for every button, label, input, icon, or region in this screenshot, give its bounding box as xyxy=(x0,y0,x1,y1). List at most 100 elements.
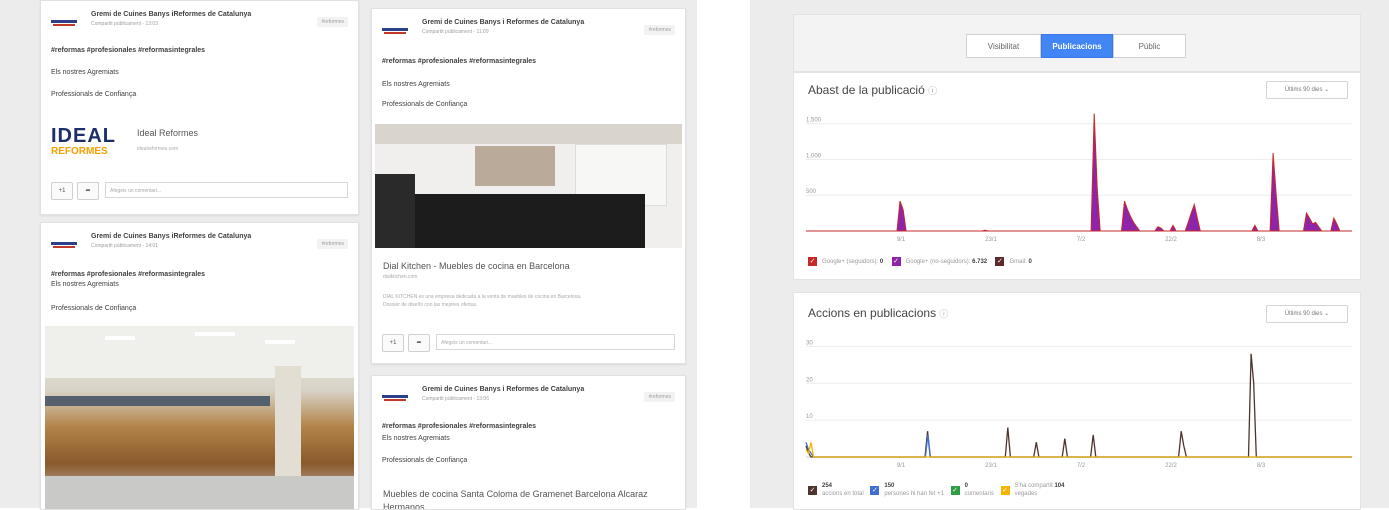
post-meta: Compartit públicament - 13:06 xyxy=(422,396,489,402)
post-header: Gremi de Cuines Banys iReformes de Catal… xyxy=(51,233,348,261)
x-tick-label: 8/3 xyxy=(1257,237,1266,243)
post-header: Gremi de Cuines Banys i Reformes de Cata… xyxy=(382,19,675,47)
post-tag-chip[interactable]: #reformes xyxy=(317,239,348,249)
x-tick-label: 7/2 xyxy=(1077,463,1086,469)
link-title[interactable]: Hermanos xyxy=(383,502,425,509)
series-line xyxy=(805,353,1352,458)
series-line xyxy=(805,434,1352,458)
post-hashtags[interactable]: #reformas #profesionales #reformasintegr… xyxy=(51,47,205,54)
link-url: dialkitchen.com xyxy=(383,274,418,280)
legend-item-total[interactable]: ✓254 accions en total xyxy=(808,482,864,498)
check-icon: ✓ xyxy=(1000,485,1010,495)
x-tick-label: 9/1 xyxy=(897,237,906,243)
chevron-down-icon: ⌄ xyxy=(1324,311,1330,317)
ideal-reformes-logo: IDEAL REFORMES xyxy=(51,125,116,157)
kitchen-photo[interactable] xyxy=(375,124,682,248)
divider xyxy=(697,0,750,508)
reach-card: Abast de la publicació ⓘ Últims 90 dies … xyxy=(793,72,1361,280)
actions-period-select[interactable]: Últims 90 dies ⌄ xyxy=(1266,305,1348,323)
actions-legend: ✓254 accions en total ✓150 persones hi han… xyxy=(808,482,1064,498)
legend-item-shares[interactable]: ✓S'ha compartit 104 vegades xyxy=(1000,482,1064,498)
link-title[interactable]: Muebles de cocina Santa Coloma de Gramen… xyxy=(383,489,648,499)
share-button[interactable]: ➦ xyxy=(77,182,99,200)
reach-title: Abast de la publicació ⓘ xyxy=(808,83,938,97)
y-tick-label: 1.000 xyxy=(806,153,822,159)
tab-publicacions[interactable]: Publicacions xyxy=(1041,34,1113,58)
legend-item-comments[interactable]: ✓0 comentaris xyxy=(950,482,994,498)
plus-one-button[interactable]: +1 xyxy=(382,334,404,352)
author-logo-icon xyxy=(51,20,77,26)
office-photo[interactable] xyxy=(45,326,354,509)
link-preview[interactable]: IDEAL REFORMES Ideal Reformes idealrefor… xyxy=(51,118,351,166)
y-tick-label: 20 xyxy=(806,377,813,383)
post-header: Gremi de Cuines Banys i Reformes de Cata… xyxy=(382,386,675,414)
post-tag-chip[interactable]: #reformes xyxy=(644,25,675,35)
post-text-line-1: Els nostres Agremiats xyxy=(382,435,450,442)
x-tick-label: 7/2 xyxy=(1077,237,1086,243)
tab-visibilitat[interactable]: Visibilitat xyxy=(966,34,1041,58)
reach-period-select[interactable]: Últims 90 dies ⌄ xyxy=(1266,81,1348,99)
check-icon: ✓ xyxy=(808,485,817,495)
author-logo-icon xyxy=(382,395,408,401)
comment-input[interactable]: Afegeix un comentari... xyxy=(436,334,675,350)
link-description: Dossier de diseño con las mejores oferta… xyxy=(383,302,478,308)
reach-chart: 500 1.000 1.500 9/1 23/1 7/2 22/2 8/3 xyxy=(806,113,1352,243)
y-tick-label: 1.500 xyxy=(806,118,822,124)
reach-legend: ✓ Google+ (seguidors): 0 ✓ Google+ (no-seg… xyxy=(808,257,1032,266)
link-description: DIAL KITCHEN es una empresa dedicada a l… xyxy=(383,294,582,300)
post-card-2: Gremi de Cuines Banys iReformes de Catal… xyxy=(40,222,359,510)
share-button[interactable]: ➦ xyxy=(408,334,430,352)
post-card-1: Gremi de Cuines Banys iReformes de Catal… xyxy=(40,0,359,215)
legend-item-gmail[interactable]: ✓ Gmail: 0 xyxy=(995,257,1032,266)
post-header: Gremi de Cuines Banys iReformes de Catal… xyxy=(51,11,348,39)
tab-public[interactable]: Públic xyxy=(1113,34,1186,58)
post-text-line-2: Professionals de Confiança xyxy=(382,101,468,108)
check-icon: ✓ xyxy=(995,257,1005,266)
post-tag-chip[interactable]: #reformes xyxy=(317,17,348,27)
y-tick-label: 30 xyxy=(806,340,813,346)
x-tick-label: 9/1 xyxy=(897,463,906,469)
post-tag-chip[interactable]: #reformes xyxy=(644,392,675,402)
post-meta: Compartit públicament - 11:09 xyxy=(422,29,489,35)
info-icon[interactable]: ⓘ xyxy=(939,309,948,319)
post-card-3: Gremi de Cuines Banys i Reformes de Cata… xyxy=(371,8,686,364)
x-tick-label: 23/1 xyxy=(985,237,997,243)
post-text-line-1: Els nostres Agremiats xyxy=(51,69,119,76)
author-name[interactable]: Gremi de Cuines Banys i Reformes de Cata… xyxy=(422,386,584,393)
x-tick-label: 23/1 xyxy=(985,463,997,469)
author-name[interactable]: Gremi de Cuines Banys iReformes de Catal… xyxy=(91,233,251,240)
link-title[interactable]: Dial Kitchen - Muebles de cocina en Barc… xyxy=(383,261,570,271)
legend-item-followers[interactable]: ✓ Google+ (seguidors): 0 xyxy=(808,257,883,266)
post-text-line-2: Professionals de Confiança xyxy=(382,457,468,464)
author-name[interactable]: Gremi de Cuines Banys i Reformes de Cata… xyxy=(422,19,584,26)
comment-input[interactable]: Afegeix un comentari... xyxy=(105,182,348,198)
legend-item-plus-ones[interactable]: ✓150 persones hi han fet +1 xyxy=(870,482,944,498)
post-hashtags[interactable]: #reformas #profesionales #reformasintegr… xyxy=(382,423,536,430)
feed-panel: Gremi de Cuines Banys iReformes de Catal… xyxy=(0,0,697,510)
series-line xyxy=(805,442,1352,458)
legend-item-non-followers[interactable]: ✓ Google+ (no-seguidors): 6.732 xyxy=(891,257,987,266)
series-area xyxy=(806,113,1352,232)
chevron-down-icon: ⌄ xyxy=(1324,87,1330,93)
post-text-line-2: Professionals de Confiança xyxy=(51,305,137,312)
author-logo-icon xyxy=(51,242,77,248)
x-tick-label: 22/2 xyxy=(1165,237,1177,243)
plus-one-button[interactable]: +1 xyxy=(51,182,73,200)
info-icon[interactable]: ⓘ xyxy=(928,86,937,96)
post-hashtags[interactable]: #reformas #profesionales #reformasintegr… xyxy=(51,271,205,278)
check-icon: ✓ xyxy=(808,257,817,266)
link-title[interactable]: Ideal Reformes xyxy=(137,128,198,138)
actions-title: Accions en publicacions ⓘ xyxy=(808,306,949,320)
post-text-line-1: Els nostres Agremiats xyxy=(382,81,450,88)
actions-card: Accions en publicacions ⓘ Últims 90 dies… xyxy=(793,292,1361,510)
post-text-line-1: Els nostres Agremiats xyxy=(51,281,119,288)
actions-chart: 10 20 30 9/1 23/1 7/2 22/2 8/3 xyxy=(805,340,1352,469)
x-tick-label: 8/3 xyxy=(1257,463,1266,469)
post-meta: Compartit públicament - 14:01 xyxy=(91,243,158,249)
check-icon: ✓ xyxy=(870,485,880,495)
author-logo-icon xyxy=(382,28,408,34)
author-name[interactable]: Gremi de Cuines Banys iReformes de Catal… xyxy=(91,11,251,18)
post-hashtags[interactable]: #reformas #profesionales #reformasintegr… xyxy=(382,58,536,65)
check-icon: ✓ xyxy=(950,485,960,495)
post-actions: +1 ➦ Afegeix un comentari... xyxy=(382,334,675,352)
